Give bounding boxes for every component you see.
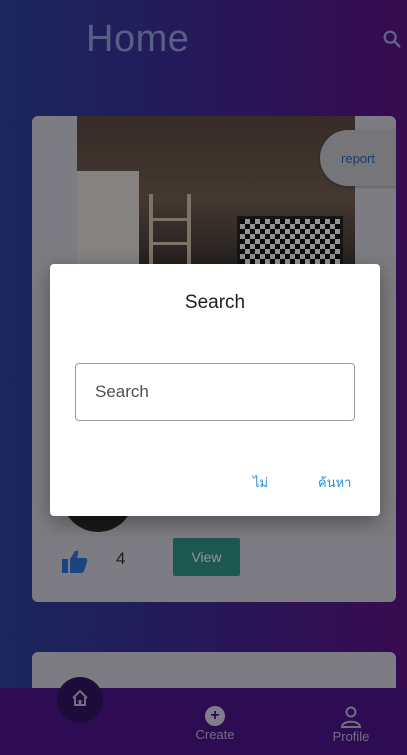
search-dialog: Search ไม่ ค้นหา <box>50 264 380 516</box>
search-confirm-button[interactable]: ค้นหา <box>318 472 351 493</box>
cancel-button[interactable]: ไม่ <box>253 472 268 493</box>
search-input[interactable] <box>75 363 355 421</box>
dialog-title: Search <box>184 292 246 313</box>
